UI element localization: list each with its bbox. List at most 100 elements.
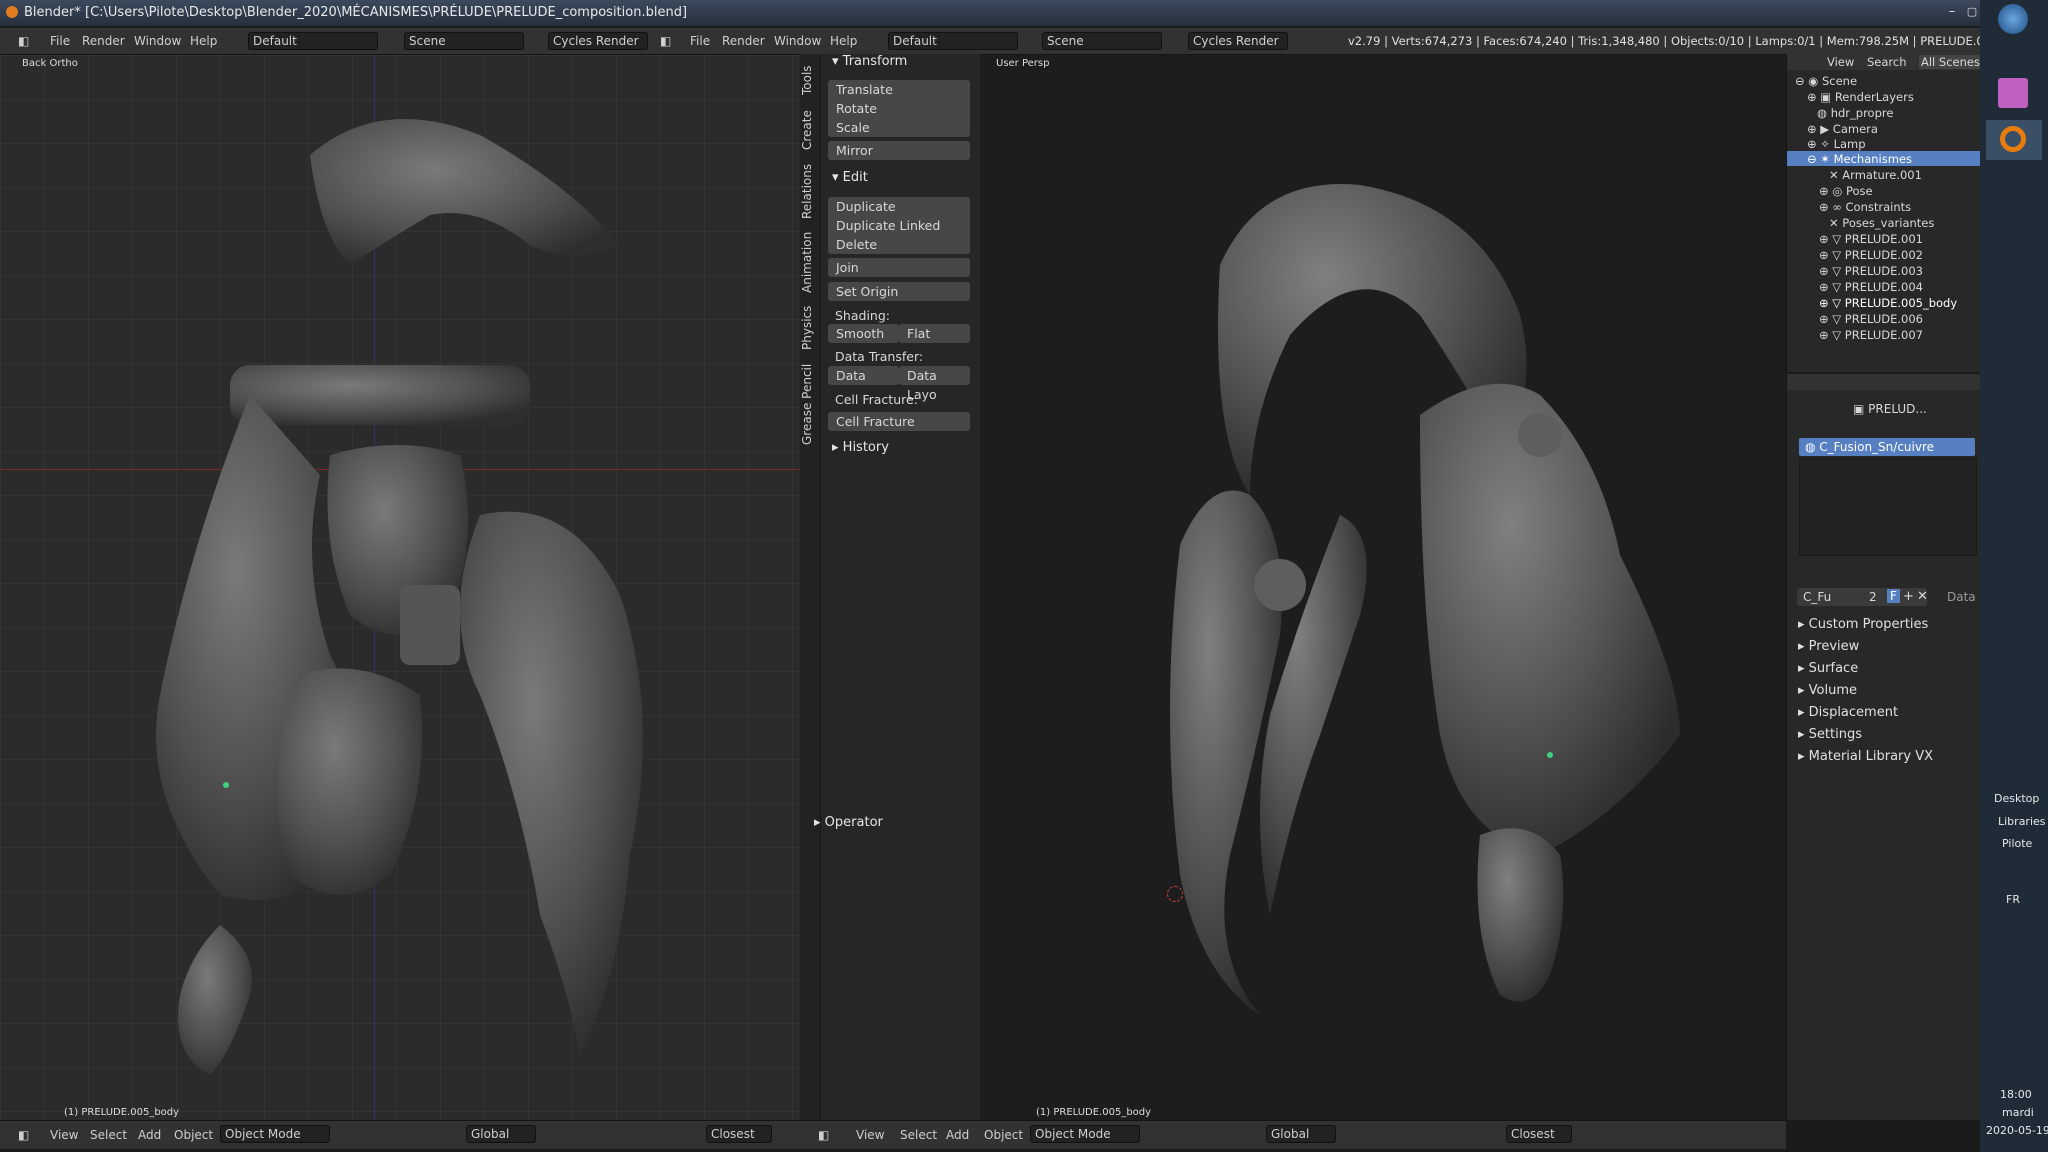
- section-surface[interactable]: ▸ Surface: [1798, 661, 1858, 676]
- outliner-tab-all-scenes[interactable]: All Scenes: [1919, 55, 1982, 69]
- material-selector[interactable]: C_Fu 2 F + ✕: [1797, 588, 1928, 606]
- tab-tools[interactable]: Tools: [800, 58, 820, 102]
- clock-time[interactable]: 18:00: [2000, 1088, 2032, 1101]
- libraries-label[interactable]: Libraries: [1998, 815, 2046, 828]
- sculpt-model-persp[interactable]: [1060, 115, 1720, 1095]
- outliner-item-scene[interactable]: ⊖ ◉ Scene: [1795, 74, 1857, 88]
- menu-window[interactable]: Window: [134, 34, 181, 48]
- delete-button[interactable]: Delete: [828, 235, 970, 254]
- scale-button[interactable]: Scale: [828, 118, 970, 137]
- edit-panel-header[interactable]: ▾ Edit: [832, 170, 868, 185]
- desktop-label[interactable]: Desktop: [1994, 792, 2039, 805]
- menu-file[interactable]: File: [690, 34, 710, 48]
- mode-select[interactable]: Object Mode: [220, 1125, 330, 1143]
- editor-type-icon[interactable]: ◧: [660, 34, 671, 48]
- cell-fracture-button[interactable]: Cell Fracture: [828, 412, 970, 431]
- join-button[interactable]: Join: [828, 258, 970, 277]
- duplicate-button[interactable]: Duplicate: [828, 197, 970, 216]
- tab-relations[interactable]: Relations: [800, 160, 820, 222]
- blender-task-icon[interactable]: [1986, 120, 2042, 160]
- scene-select[interactable]: Scene: [1042, 32, 1162, 50]
- layout-select[interactable]: Default: [888, 32, 1018, 50]
- sculpt-model-back[interactable]: [100, 95, 720, 1095]
- engine-select[interactable]: Cycles Render: [1188, 32, 1288, 50]
- snap-select[interactable]: Closest: [1506, 1125, 1572, 1143]
- footer-view[interactable]: View: [50, 1128, 78, 1142]
- object-breadcrumb[interactable]: ▣ PRELUD...: [1853, 402, 1927, 416]
- duplicate-linked-button[interactable]: Duplicate Linked: [828, 216, 970, 235]
- tab-create[interactable]: Create: [800, 106, 820, 154]
- user-label[interactable]: Pilote: [2002, 837, 2032, 850]
- section-settings[interactable]: ▸ Settings: [1798, 727, 1862, 742]
- scene-select[interactable]: Scene: [404, 32, 524, 50]
- menu-help[interactable]: Help: [830, 34, 857, 48]
- mirror-button[interactable]: Mirror: [828, 141, 970, 160]
- menu-window[interactable]: Window: [774, 34, 821, 48]
- smooth-button[interactable]: Smooth: [828, 324, 899, 343]
- section-material-library[interactable]: ▸ Material Library VX: [1798, 749, 1933, 764]
- properties-tabs[interactable]: [1787, 374, 1981, 390]
- footer-select[interactable]: Select: [90, 1128, 127, 1142]
- footer-object[interactable]: Object: [984, 1128, 1023, 1142]
- unlink-icon[interactable]: ✕: [1917, 589, 1928, 604]
- history-panel-header[interactable]: ▸ History: [832, 440, 889, 455]
- material-slot-selected[interactable]: ◍ C_Fusion_Sn/cuivre: [1799, 438, 1975, 456]
- snap-select[interactable]: Closest: [706, 1125, 772, 1143]
- footer-view[interactable]: View: [856, 1128, 884, 1142]
- outliner-item-prelude-003[interactable]: ⊕ ▽ PRELUDE.003: [1819, 264, 1923, 278]
- outliner-item-pose[interactable]: ⊕ ◎ Pose: [1819, 184, 1873, 198]
- footer-select[interactable]: Select: [900, 1128, 937, 1142]
- outliner-item-lamp[interactable]: ⊕ ✧ Lamp: [1807, 137, 1866, 151]
- editor-type-icon[interactable]: ◧: [818, 1128, 829, 1142]
- tab-grease-pencil[interactable]: Grease Pencil: [800, 360, 820, 448]
- outliner-item-hdr[interactable]: ◍ hdr_propre: [1817, 106, 1893, 120]
- operator-panel-header[interactable]: ▸ Operator: [814, 815, 883, 830]
- footer-object[interactable]: Object: [174, 1128, 213, 1142]
- rotate-button[interactable]: Rotate: [828, 99, 970, 118]
- menu-help[interactable]: Help: [190, 34, 217, 48]
- outliner-tab-search[interactable]: Search: [1867, 55, 1907, 69]
- outliner-item-poses-variantes[interactable]: ✕ Poses_variantes: [1829, 216, 1934, 230]
- flat-button[interactable]: Flat: [899, 324, 970, 343]
- tab-physics[interactable]: Physics: [800, 302, 820, 354]
- editor-type-icon[interactable]: ◧: [18, 1128, 29, 1142]
- outliner-item-armature[interactable]: ✕ Armature.001: [1829, 168, 1922, 182]
- menu-file[interactable]: File: [50, 34, 70, 48]
- outliner-item-prelude-004[interactable]: ⊕ ▽ PRELUDE.004: [1819, 280, 1923, 294]
- material-slot-list[interactable]: [1799, 458, 1977, 556]
- data-tab[interactable]: Data: [1947, 590, 1976, 604]
- editor-type-icon[interactable]: ◧: [18, 34, 29, 48]
- mode-select[interactable]: Object Mode: [1030, 1125, 1140, 1143]
- app-icon[interactable]: [1998, 78, 2028, 108]
- tab-animation[interactable]: Animation: [800, 228, 820, 296]
- right-viewport[interactable]: User Persp (1) PRELUDE.005_body: [980, 55, 1786, 1120]
- engine-select[interactable]: Cycles Render: [548, 32, 648, 50]
- outliner-item-prelude-002[interactable]: ⊕ ▽ PRELUDE.002: [1819, 248, 1923, 262]
- transform-panel-header[interactable]: ▾ Transform: [832, 54, 907, 69]
- outliner-item-prelude-005-body[interactable]: ⊕ ▽ PRELUDE.005_body: [1819, 296, 1957, 310]
- layout-select[interactable]: Default: [248, 32, 378, 50]
- menu-render[interactable]: Render: [82, 34, 125, 48]
- outliner-item-renderlayers[interactable]: ⊕ ▣ RenderLayers: [1807, 90, 1914, 104]
- start-button-icon[interactable]: [1998, 4, 2028, 34]
- outliner-item-constraints[interactable]: ⊕ ∞ Constraints: [1819, 200, 1911, 214]
- outliner-tab-view[interactable]: View: [1827, 55, 1854, 69]
- outliner-item-mechanismes[interactable]: ⊖ ✶ Mechanismes: [1807, 152, 1912, 166]
- section-preview[interactable]: ▸ Preview: [1798, 639, 1859, 654]
- set-origin-select[interactable]: Set Origin: [828, 282, 970, 301]
- data-button[interactable]: Data: [828, 366, 899, 385]
- menu-render[interactable]: Render: [722, 34, 765, 48]
- translate-button[interactable]: Translate: [828, 80, 970, 99]
- footer-add[interactable]: Add: [946, 1128, 969, 1142]
- section-custom-properties[interactable]: ▸ Custom Properties: [1798, 617, 1928, 632]
- orientation-select[interactable]: Global: [1266, 1125, 1336, 1143]
- footer-add[interactable]: Add: [138, 1128, 161, 1142]
- language-label[interactable]: FR: [2006, 893, 2020, 906]
- orientation-select[interactable]: Global: [466, 1125, 536, 1143]
- 3d-cursor-icon[interactable]: [1167, 886, 1183, 902]
- add-material-icon[interactable]: +: [1903, 589, 1914, 604]
- section-displacement[interactable]: ▸ Displacement: [1798, 705, 1898, 720]
- outliner-item-prelude-006[interactable]: ⊕ ▽ PRELUDE.006: [1819, 312, 1923, 326]
- data-layout-button[interactable]: Data Layo: [899, 366, 970, 402]
- outliner-item-prelude-001[interactable]: ⊕ ▽ PRELUDE.001: [1819, 232, 1923, 246]
